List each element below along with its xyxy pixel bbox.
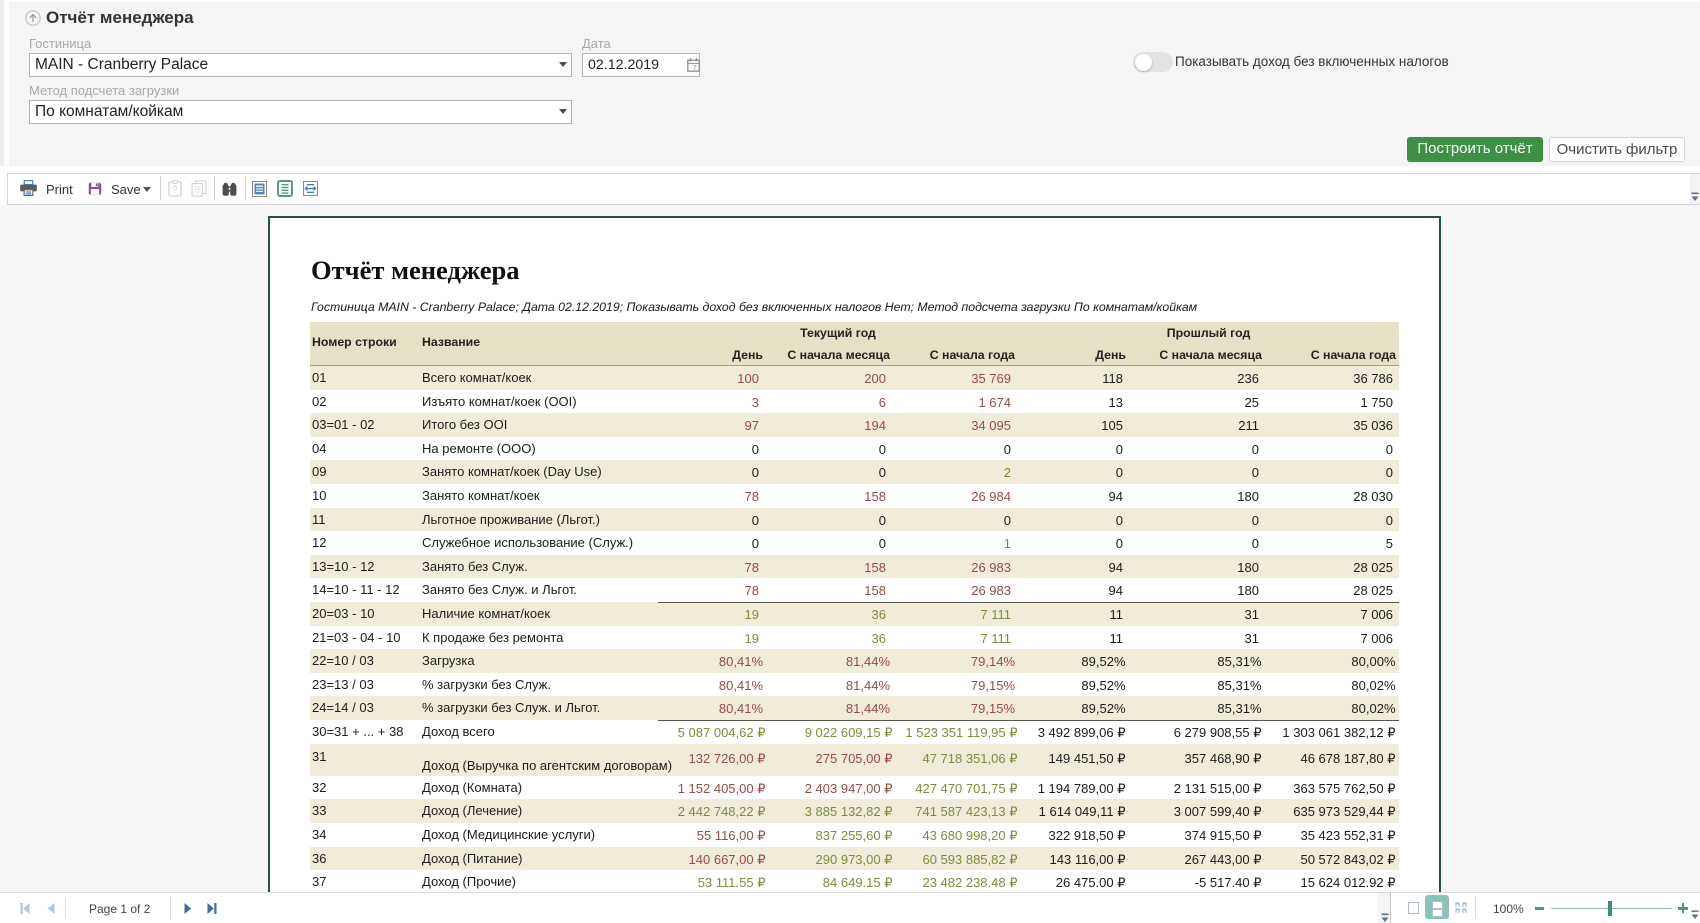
svg-text:?: ? bbox=[172, 185, 177, 195]
svg-text:7: 7 bbox=[693, 63, 697, 72]
